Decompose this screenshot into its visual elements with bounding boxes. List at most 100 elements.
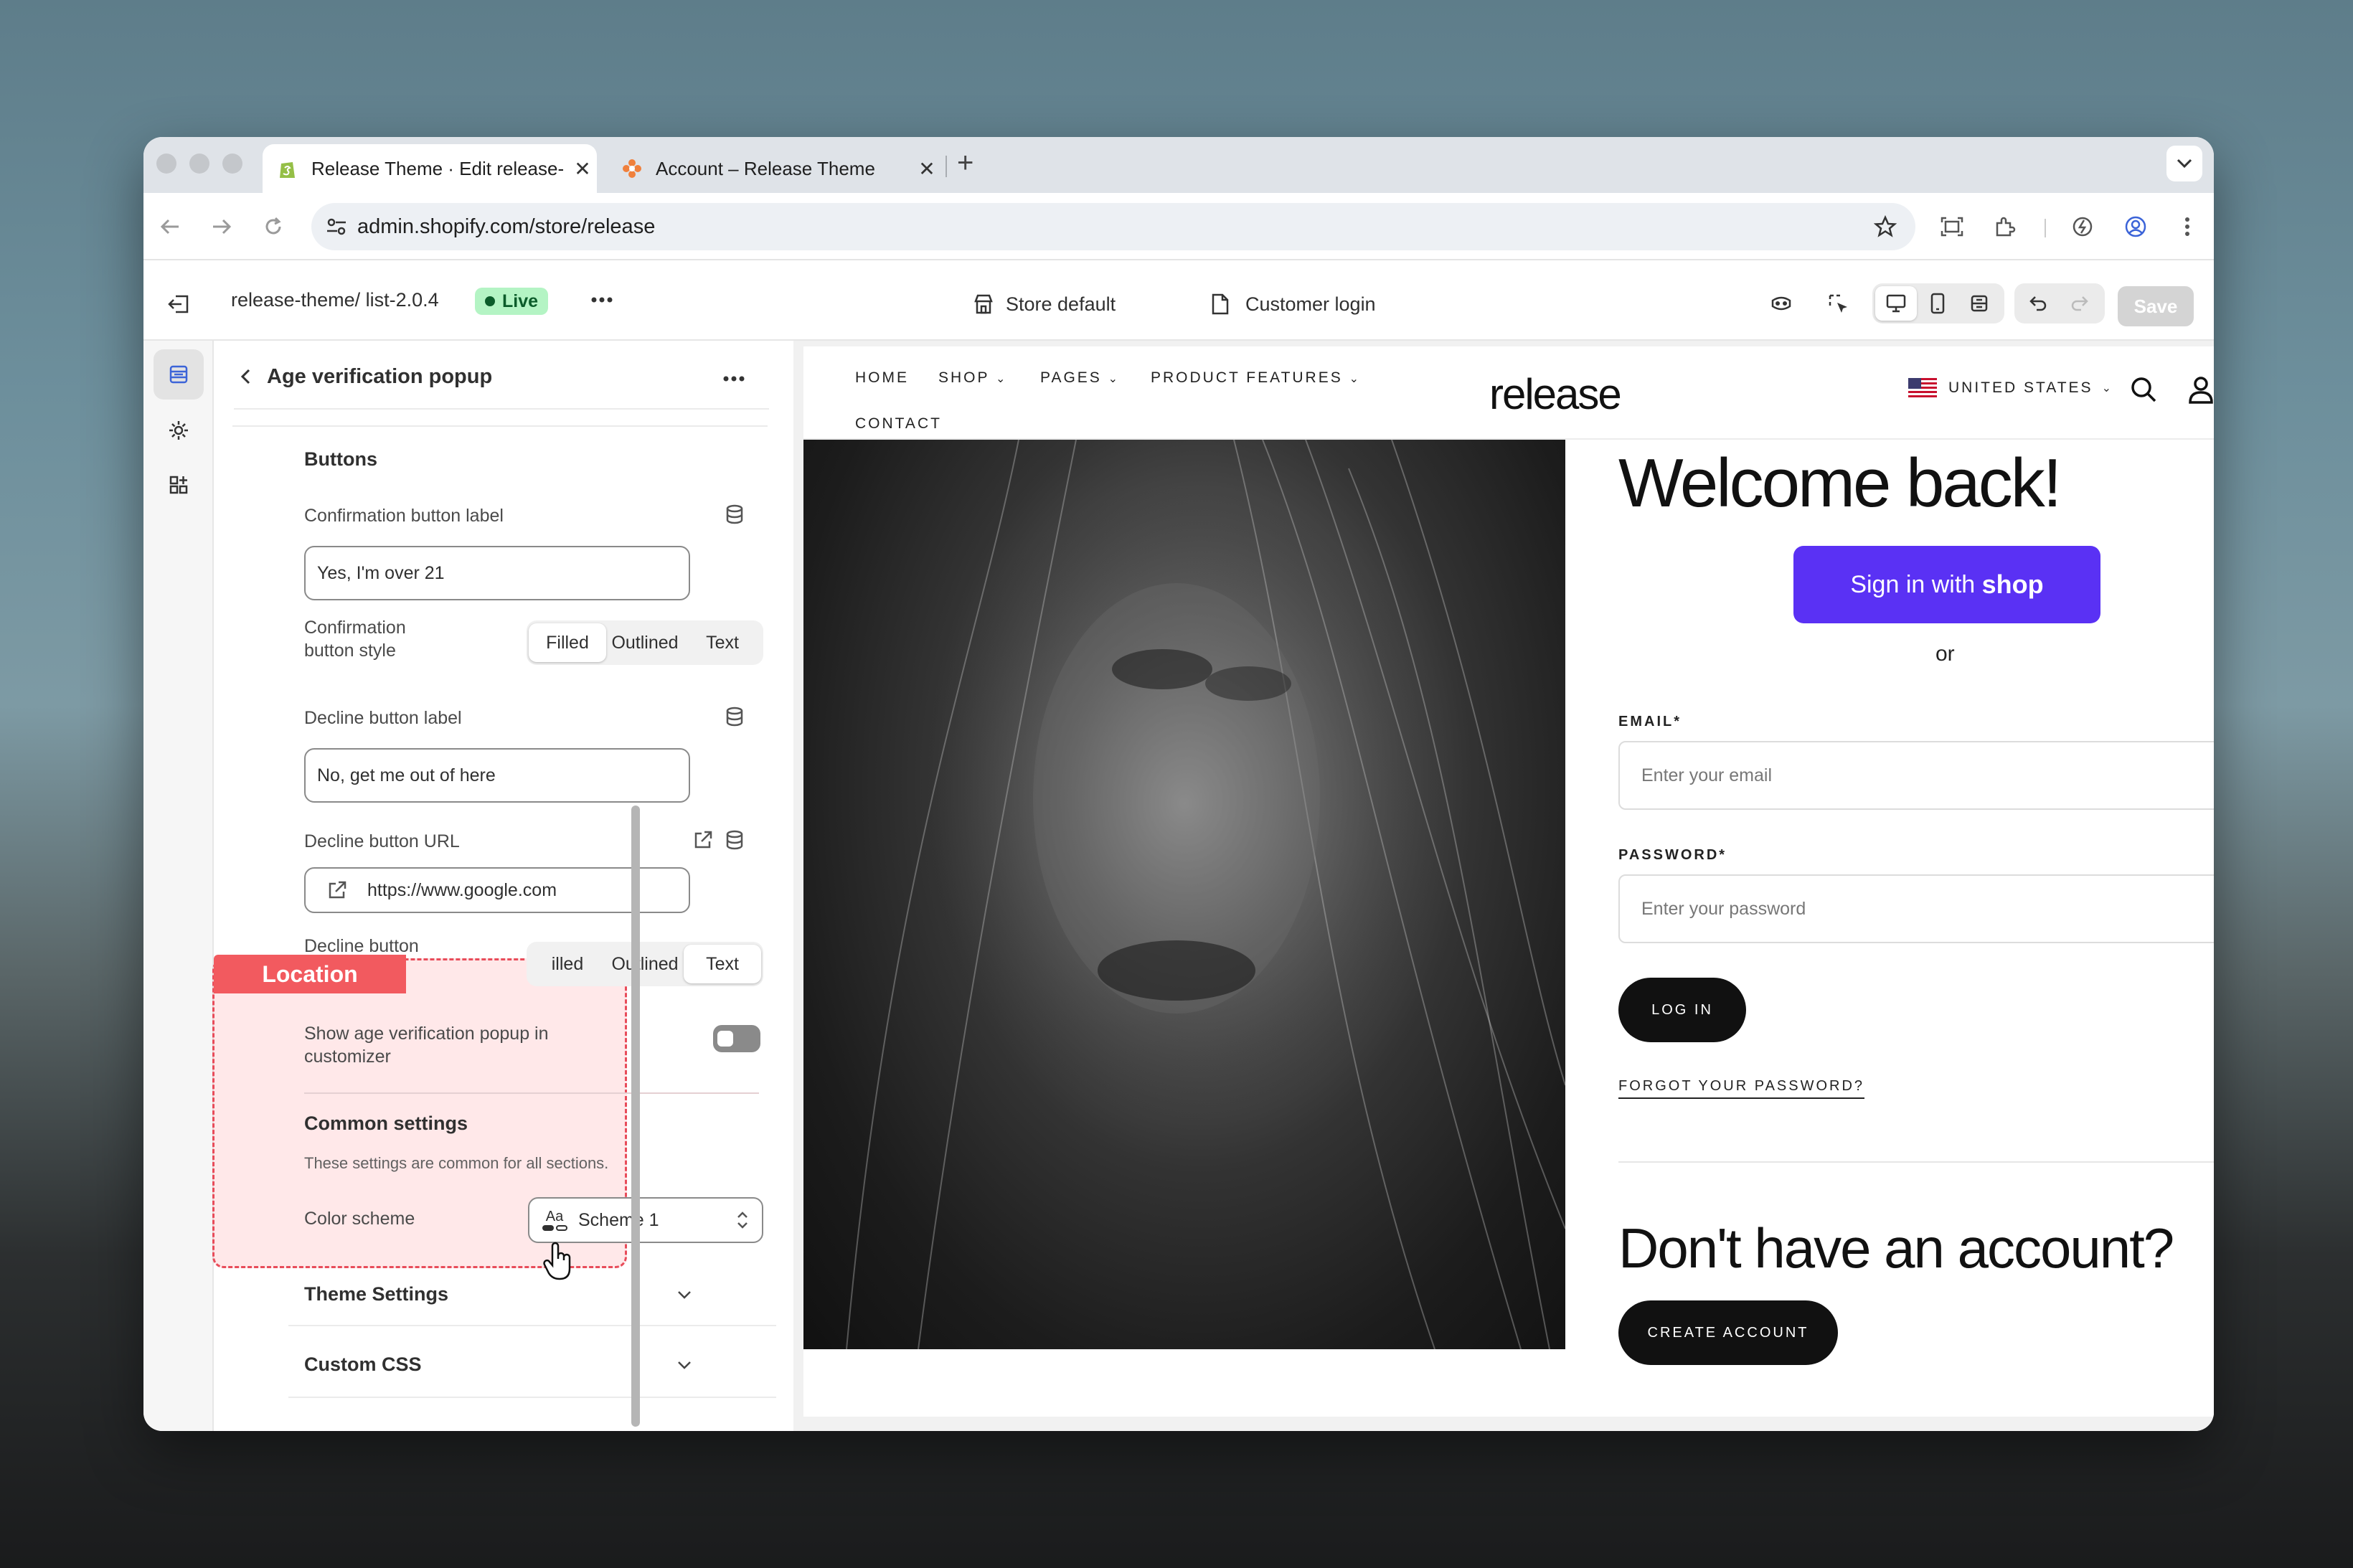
minimize-window-button[interactable]: [189, 154, 209, 174]
nav-product-features[interactable]: PRODUCT FEATURES ⌄: [1151, 369, 1361, 387]
forward-icon[interactable]: [205, 210, 238, 243]
chevron-down-icon: ⌄: [1349, 373, 1361, 385]
style-filled-option[interactable]: Filled: [529, 623, 606, 662]
chevron-down-icon: [678, 1361, 691, 1369]
browser-window: Release Theme · Edit release- ✕ Account …: [143, 137, 2214, 1431]
page-selector[interactable]: Customer login: [1211, 286, 1376, 322]
style-filled-option[interactable]: illed: [529, 945, 606, 983]
nav-shop-label: SHOP: [938, 369, 990, 386]
address-bar[interactable]: admin.shopify.com/store/release: [311, 203, 1915, 250]
history-controls: [2014, 283, 2105, 323]
divider: [288, 1397, 776, 1398]
apps-icon[interactable]: [154, 460, 204, 510]
shop-sign-in-button[interactable]: Sign in with shop: [1793, 546, 2100, 623]
bookmark-star-icon[interactable]: [1874, 215, 1897, 238]
editor-header: release-theme/ list-2.0.4 Live Store def…: [143, 260, 2214, 341]
buttons-heading: Buttons: [304, 448, 377, 470]
store-logo[interactable]: release: [1489, 369, 1622, 419]
viewport-switcher: [1872, 283, 2004, 323]
performance-icon[interactable]: [2066, 210, 2099, 243]
style-outlined-option[interactable]: Outlined: [606, 623, 684, 662]
login-button[interactable]: LOG IN: [1618, 978, 1746, 1042]
theme-settings-label: Theme Settings: [304, 1283, 449, 1305]
mobile-view-icon[interactable]: [1917, 286, 1958, 321]
maximize-window-button[interactable]: [222, 154, 242, 174]
email-input[interactable]: Enter your email: [1618, 741, 2214, 810]
password-input[interactable]: Enter your password: [1618, 874, 2214, 943]
chevron-down-icon: [678, 1290, 691, 1299]
panel-scrollbar[interactable]: [631, 806, 640, 1427]
decline-url-value: https://www.google.com: [367, 879, 557, 900]
common-settings-heading: Common settings: [304, 1113, 468, 1134]
sections-icon[interactable]: [154, 349, 204, 400]
divider: [304, 1092, 759, 1094]
store-preview: HOME SHOP ⌄ PAGES ⌄ PRODUCT FEATURES ⌄ C…: [793, 341, 2214, 1431]
browser-toolbar: admin.shopify.com/store/release: [143, 193, 2214, 260]
screenshot-icon[interactable]: [1935, 210, 1968, 243]
decline-label-input[interactable]: No, get me out of here: [304, 748, 690, 803]
store-default-selector[interactable]: Store default: [973, 286, 1116, 322]
back-arrow-icon[interactable]: [231, 362, 260, 391]
country-selector[interactable]: UNITED STATES ⌄: [1908, 378, 2111, 398]
style-text-option[interactable]: Text: [684, 945, 761, 983]
tab-separator: [946, 156, 947, 177]
tab-search-button[interactable]: [2166, 146, 2202, 181]
exit-icon[interactable]: [162, 288, 195, 321]
close-tab-icon[interactable]: ✕: [568, 157, 597, 181]
redo-icon[interactable]: [2059, 286, 2100, 321]
open-link-icon[interactable]: [693, 830, 713, 854]
new-tab-icon[interactable]: +: [957, 147, 973, 179]
undo-icon[interactable]: [2017, 286, 2059, 321]
tab-account[interactable]: Account – Release Theme ✕: [607, 144, 941, 193]
chevron-down-icon: ⌄: [2101, 382, 2111, 395]
password-label: PASSWORD*: [1618, 847, 1727, 863]
reload-icon[interactable]: [257, 210, 290, 243]
nav-home[interactable]: HOME: [855, 369, 909, 387]
site-info-icon[interactable]: [326, 217, 347, 236]
nav-contact[interactable]: CONTACT: [855, 415, 942, 433]
close-tab-icon[interactable]: ✕: [913, 157, 941, 181]
browser-menu-icon[interactable]: [2171, 210, 2204, 243]
welcome-heading: Welcome back!: [1618, 445, 2062, 521]
profile-icon[interactable]: [2119, 210, 2152, 243]
nav-shop[interactable]: SHOP ⌄: [938, 369, 1007, 387]
fullscreen-view-icon[interactable]: [1958, 286, 2000, 321]
divider: [232, 425, 768, 427]
confirm-label-input[interactable]: Yes, I'm over 21: [304, 546, 690, 600]
ai-assistant-icon[interactable]: [1765, 288, 1798, 321]
nav-pages[interactable]: PAGES ⌄: [1040, 369, 1120, 387]
divider: [288, 1325, 776, 1326]
decline-url-title: Decline button URL: [304, 831, 460, 851]
panel-more-icon[interactable]: [723, 372, 745, 385]
chevron-down-icon: ⌄: [1108, 373, 1121, 385]
save-button[interactable]: Save: [2118, 286, 2194, 326]
swatch-text: Aa: [545, 1209, 564, 1224]
dynamic-source-icon[interactable]: [725, 707, 745, 730]
dynamic-source-icon[interactable]: [725, 830, 745, 854]
tab-release-theme[interactable]: Release Theme · Edit release- ✕: [263, 144, 597, 193]
color-scheme-select[interactable]: Aa Scheme 1: [528, 1197, 763, 1243]
show-popup-label-2: customizer: [304, 1047, 391, 1067]
no-account-heading: Don't have an account?: [1618, 1217, 2174, 1280]
create-account-button[interactable]: CREATE ACCOUNT: [1618, 1300, 1838, 1365]
email-placeholder: Enter your email: [1641, 765, 1773, 785]
style-outlined-option[interactable]: Outlined: [606, 945, 684, 983]
desktop-view-icon[interactable]: [1875, 286, 1917, 321]
style-text-option[interactable]: Text: [684, 623, 761, 662]
confirm-style-title-2: button style: [304, 641, 396, 661]
extensions-icon[interactable]: [1989, 210, 2022, 243]
close-window-button[interactable]: [156, 154, 176, 174]
search-icon[interactable]: [2129, 375, 2158, 407]
confirm-style-title: Confirmation: [304, 618, 406, 638]
panel-title: Age verification popup: [267, 365, 493, 388]
account-icon[interactable]: [2188, 375, 2214, 407]
country-label: UNITED STATES: [1948, 379, 2093, 396]
show-popup-toggle[interactable]: [713, 1025, 760, 1052]
link-icon: [329, 881, 346, 899]
more-actions-icon[interactable]: [591, 293, 613, 306]
inspector-icon[interactable]: [1822, 288, 1855, 321]
settings-gear-icon[interactable]: [154, 405, 204, 455]
forgot-password-link[interactable]: FORGOT YOUR PASSWORD?: [1618, 1078, 1865, 1099]
back-icon[interactable]: [154, 210, 187, 243]
dynamic-source-icon[interactable]: [725, 504, 745, 528]
